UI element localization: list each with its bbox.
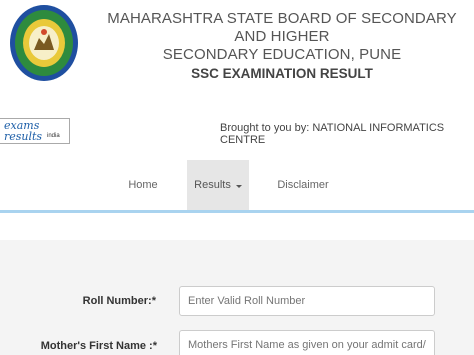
logo-suffix: india bbox=[47, 133, 60, 139]
nav-results[interactable]: Results bbox=[187, 160, 249, 210]
roll-number-label: Roll Number:* bbox=[82, 295, 156, 307]
caret-down-icon bbox=[235, 184, 242, 188]
result-form: Roll Number:* Mother's First Name :* bbox=[0, 240, 474, 355]
nav-disclaimer[interactable]: Disclaimer bbox=[270, 160, 336, 210]
nav-home[interactable]: Home bbox=[118, 160, 168, 210]
board-seal-icon bbox=[10, 5, 78, 81]
roll-number-input[interactable] bbox=[179, 286, 435, 316]
brought-by-text: Brought to you by: NATIONAL INFORMATICS … bbox=[220, 122, 445, 146]
mother-name-label: Mother's First Name :* bbox=[40, 340, 157, 352]
logo-line2: results bbox=[4, 130, 43, 143]
main-nav: Home Results Disclaimer bbox=[0, 160, 474, 212]
mother-name-input[interactable] bbox=[179, 330, 435, 355]
nav-home-label: Home bbox=[128, 179, 158, 191]
result-title: SSC EXAMINATION RESULT bbox=[191, 66, 373, 81]
page-header: MAHARASHTRA STATE BOARD OF SECONDARY AND… bbox=[0, 0, 474, 108]
nav-divider bbox=[0, 210, 474, 213]
board-title-line1: MAHARASHTRA STATE BOARD OF SECONDARY AND… bbox=[107, 10, 457, 45]
nav-disclaimer-label: Disclaimer bbox=[277, 179, 329, 191]
nav-results-label: Results bbox=[194, 179, 231, 191]
exams-results-logo[interactable]: exams results india bbox=[0, 118, 70, 144]
board-title: MAHARASHTRA STATE BOARD OF SECONDARY AND… bbox=[96, 10, 468, 64]
board-title-line2: SECONDARY EDUCATION, PUNE bbox=[162, 46, 402, 63]
